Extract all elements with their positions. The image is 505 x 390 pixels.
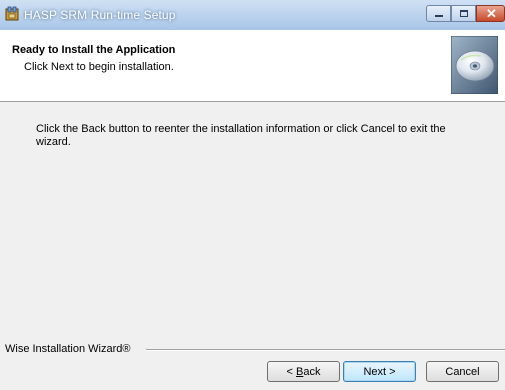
wizard-brand-label: Wise Installation Wizard® bbox=[5, 343, 134, 355]
minimize-icon bbox=[435, 15, 443, 17]
installer-icon bbox=[5, 6, 19, 21]
title-bar[interactable]: HASP SRM Run-time Setup ✕ bbox=[0, 0, 505, 31]
maximize-button[interactable] bbox=[451, 5, 476, 22]
cancel-button[interactable]: Cancel bbox=[426, 361, 499, 382]
close-button[interactable]: ✕ bbox=[476, 5, 505, 22]
back-button[interactable]: < Back bbox=[267, 361, 340, 382]
back-rest: ack bbox=[303, 365, 321, 378]
setup-window: HASP SRM Run-time Setup ✕ Ready to Insta… bbox=[0, 0, 505, 390]
cd-disc-icon bbox=[451, 36, 498, 94]
next-button[interactable]: Next > bbox=[343, 361, 416, 382]
footer-separator bbox=[146, 349, 505, 351]
close-icon: ✕ bbox=[486, 6, 497, 21]
minimize-button[interactable] bbox=[426, 5, 451, 22]
back-prefix: < bbox=[286, 365, 296, 378]
instructions-text: Click the Back button to reenter the ins… bbox=[36, 123, 446, 148]
page-subtitle: Click Next to begin installation. bbox=[24, 61, 174, 73]
maximize-icon bbox=[460, 10, 468, 17]
window-title: HASP SRM Run-time Setup bbox=[24, 8, 176, 22]
wizard-header: Ready to Install the Application Click N… bbox=[0, 30, 505, 102]
page-title: Ready to Install the Application bbox=[12, 44, 176, 56]
